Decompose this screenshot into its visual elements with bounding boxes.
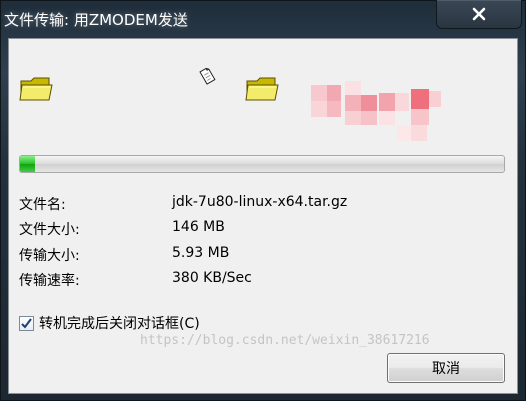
rate-label: 传输速率: — [19, 273, 80, 289]
filesize-value: 146 MB — [172, 219, 225, 235]
close-button[interactable] — [436, 0, 522, 29]
transferred-value: 5.93 MB — [172, 245, 230, 261]
close-icon — [471, 6, 487, 22]
cancel-button[interactable]: 取消 — [387, 353, 505, 383]
window-title: 文件传输: 用ZMODEM发送 — [4, 11, 188, 29]
transferred-label: 传输大小: — [19, 248, 80, 264]
filename-value: jdk-7u80-linux-x64.tar.gz — [172, 194, 348, 210]
document-icon — [197, 66, 217, 86]
watermark: https://blog.csdn.net/weixin_38617216 — [140, 333, 430, 348]
title-bar[interactable]: 文件传输: 用ZMODEM发送 — [0, 0, 526, 38]
filesize-label: 文件大小: — [19, 222, 80, 238]
destination-folder-icon — [245, 75, 279, 103]
transfer-progress-bar — [19, 155, 505, 173]
redacted-mosaic — [307, 77, 457, 147]
transfer-dialog-window: 文件传输: 用ZMODEM发送 文件名: jdk-7u80-linux-x64.… — [0, 0, 526, 401]
filename-label: 文件名: — [19, 197, 66, 213]
source-folder-icon — [19, 75, 53, 103]
close-on-finish-checkbox[interactable] — [19, 315, 34, 331]
checkmark-icon — [21, 317, 32, 329]
rate-value: 380 KB/Sec — [172, 270, 252, 286]
close-on-finish-label: 转机完成后关闭对话框(C) — [39, 316, 200, 332]
close-on-finish-option[interactable]: 转机完成后关闭对话框(C) — [19, 313, 200, 333]
progress-fill — [20, 156, 35, 172]
